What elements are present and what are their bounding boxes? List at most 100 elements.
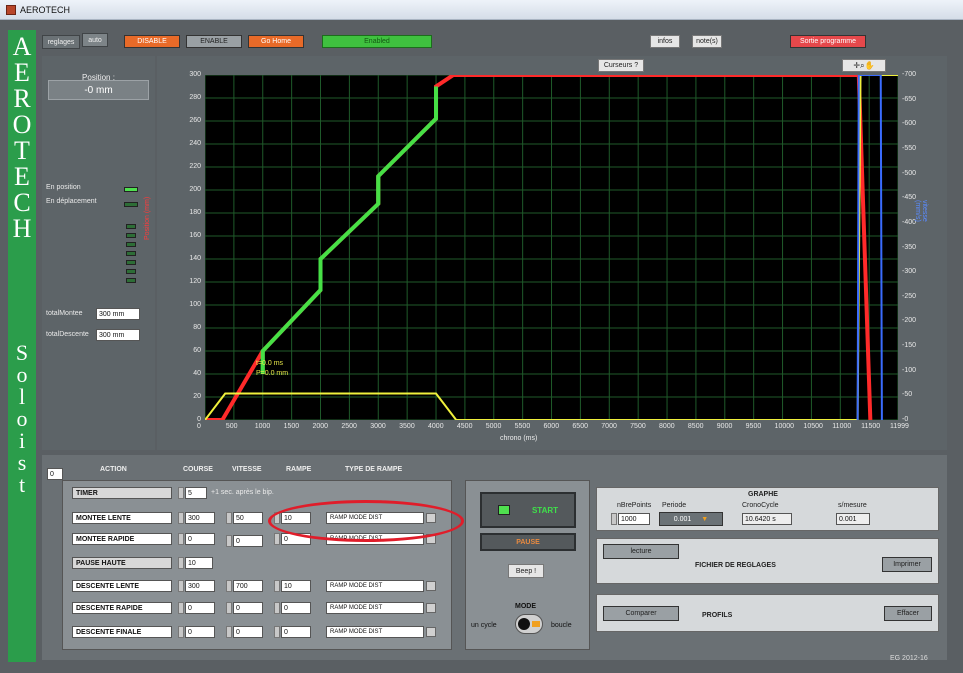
vitesse-spinner[interactable] [226, 512, 232, 524]
start-led [497, 505, 510, 515]
rampe-field[interactable]: 0 [281, 626, 311, 638]
vitesse-spinner[interactable] [226, 535, 232, 547]
un-cycle-label: un cycle [471, 622, 497, 629]
rampe-spinner[interactable] [274, 533, 280, 545]
toggle-knob[interactable] [518, 618, 530, 630]
en-position-led [124, 187, 138, 192]
y2-tick-label: -550 [902, 144, 917, 152]
header-type-rampe: TYPE DE RAMPE [345, 466, 403, 473]
brand-letter: o [16, 406, 28, 431]
comparer-button[interactable]: Comparer [603, 606, 679, 621]
tab-reglages[interactable]: reglages [42, 35, 80, 49]
rampe-field[interactable]: 10 [281, 580, 311, 592]
dropdown-icon[interactable]: ▼ [701, 516, 708, 523]
course-spinner[interactable] [178, 533, 184, 545]
rampe-spinner[interactable] [274, 626, 280, 638]
rampe-spinner[interactable] [274, 580, 280, 592]
course-field[interactable]: 10 [185, 557, 213, 569]
profile-index-field[interactable]: 0 [47, 468, 63, 480]
graph-tools-palette[interactable]: ✛ ⌕ ✋ [842, 59, 886, 72]
vitesse-field[interactable]: 50 [233, 512, 263, 524]
x-axis-label: chrono (ms) [500, 435, 538, 442]
pause-button[interactable]: PAUSE [480, 533, 576, 551]
x-tick-label: 5500 [514, 423, 531, 430]
brand-letter: t [18, 472, 26, 497]
course-spinner[interactable] [178, 512, 184, 524]
vitesse-field[interactable]: 0 [233, 626, 263, 638]
nbre-points-field[interactable]: 1000 [618, 513, 650, 525]
vitesse-field[interactable]: 0 [233, 602, 263, 614]
vitesse-spinner[interactable] [226, 626, 232, 638]
dropdown-icon[interactable] [426, 603, 436, 613]
course-spinner[interactable] [178, 602, 184, 614]
y2-tick-label: -500 [902, 169, 917, 177]
y-tick-label: 60 [193, 347, 201, 354]
cronocycle-field: 10.6420 s [742, 513, 792, 525]
rampe-spinner[interactable] [274, 602, 280, 614]
periode-select[interactable]: 0.001 ▼ [659, 512, 723, 526]
indicator-led [126, 260, 136, 265]
course-spinner[interactable] [178, 580, 184, 592]
start-button[interactable]: START [480, 492, 576, 528]
course-field[interactable]: 300 [185, 580, 215, 592]
effacer-button[interactable]: Effacer [884, 606, 932, 621]
cursor-label-time: t=0.0 ms [256, 360, 284, 367]
periode-value: 0.001 [673, 515, 692, 523]
en-deplacement-label: En déplacement [46, 198, 97, 205]
ramp-type-select[interactable]: RAMP MODE DIST [326, 626, 424, 638]
lecture-button[interactable]: lecture [603, 544, 679, 559]
curseurs-button[interactable]: Curseurs ? [598, 59, 644, 72]
y-tick-label: 300 [189, 71, 201, 78]
course-field[interactable]: 0 [185, 626, 215, 638]
ramp-type-select[interactable]: RAMP MODE DIST [326, 580, 424, 592]
ramp-type-select[interactable]: RAMP MODE DIST [326, 602, 424, 614]
tab-auto[interactable]: auto [82, 33, 108, 47]
chart-plot-area[interactable] [204, 73, 899, 422]
course-field[interactable]: 0 [185, 602, 215, 614]
course-field[interactable]: 5 [185, 487, 207, 499]
vitesse-field[interactable]: 0 [233, 535, 263, 547]
x-tick-label: 3000 [370, 423, 386, 430]
y-tick-label: 180 [189, 209, 201, 216]
y2-axis-label: vitesse (mm/s) [914, 200, 928, 222]
vitesse-field[interactable]: 700 [233, 580, 263, 592]
rampe-field[interactable]: 0 [281, 602, 311, 614]
y-axis-label: Position (mm) [144, 196, 151, 240]
start-label: START [531, 505, 559, 515]
y2-tick-label: -150 [902, 342, 917, 350]
course-field[interactable]: 300 [185, 512, 215, 524]
y2-tick-label: -250 [902, 292, 917, 300]
x-tick-label: 6500 [572, 423, 588, 430]
dropdown-icon[interactable] [426, 627, 436, 637]
highlight-ellipse [268, 500, 464, 542]
sortie-programme-button[interactable]: Sortie programme [790, 35, 866, 48]
brand-letter: s [17, 450, 27, 475]
vitesse-spinner[interactable] [226, 602, 232, 614]
x-tick-label: 4000 [428, 423, 444, 430]
course-spinner[interactable] [178, 626, 184, 638]
brand-letter: E [14, 162, 30, 191]
course-spinner[interactable] [178, 557, 184, 569]
course-spinner[interactable] [178, 487, 184, 499]
x-tick-label: 8000 [659, 423, 675, 430]
infos-button[interactable]: infos [650, 35, 680, 48]
window-title: AEROTECH [20, 5, 71, 15]
course-field[interactable]: 0 [185, 533, 215, 545]
go-home-button[interactable]: Go Home [248, 35, 304, 48]
enable-button[interactable]: ENABLE [186, 35, 242, 48]
en-position-label: En position [46, 184, 81, 191]
crosshair-icon[interactable]: ✛ [853, 61, 860, 70]
pan-icon[interactable]: ✋ [865, 61, 875, 70]
vitesse-spinner[interactable] [226, 580, 232, 592]
notes-button[interactable]: note(s) [692, 35, 722, 48]
position-speed-chart[interactable] [204, 73, 899, 422]
imprimer-button[interactable]: Imprimer [882, 557, 932, 572]
dropdown-icon[interactable] [426, 581, 436, 591]
disable-button[interactable]: DISABLE [124, 35, 180, 48]
x-tick-label: 7000 [601, 423, 617, 430]
nbre-points-spinner[interactable] [611, 513, 617, 525]
x-tick-label: 0 [197, 423, 201, 430]
smesure-label: s/mesure [838, 502, 867, 509]
mode-toggle[interactable] [515, 614, 543, 634]
beep-button[interactable]: Beep ! [508, 564, 544, 578]
